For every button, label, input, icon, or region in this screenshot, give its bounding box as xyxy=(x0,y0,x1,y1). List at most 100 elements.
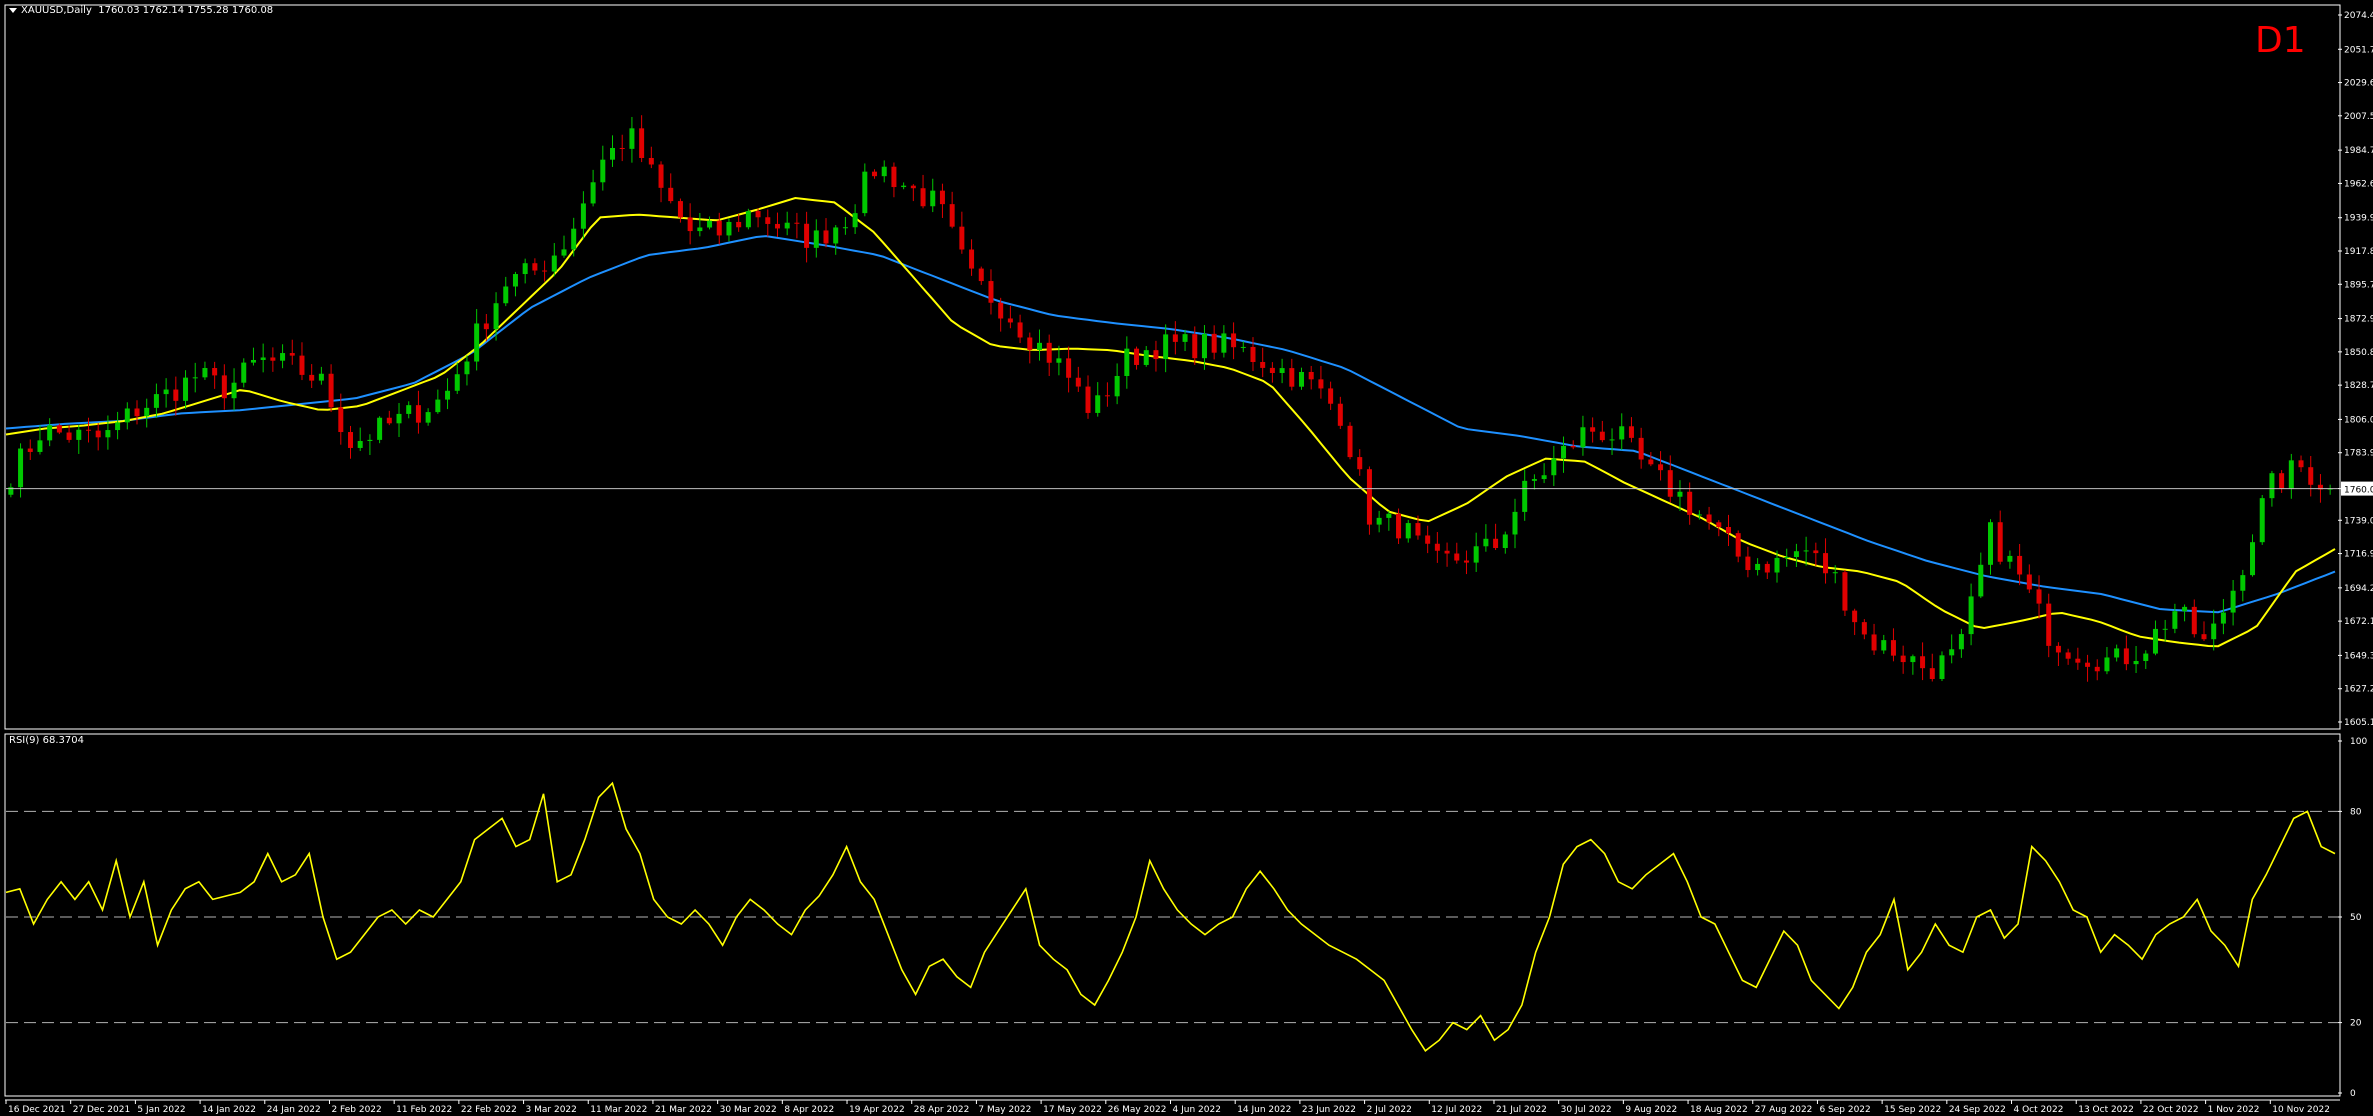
candle-body xyxy=(2143,653,2149,661)
candle-body xyxy=(1531,479,1537,481)
candle-body xyxy=(1386,513,1392,518)
candle-body xyxy=(2191,606,2197,635)
date-tick-label: 2 Feb 2022 xyxy=(331,1105,381,1115)
candle-body xyxy=(1240,346,1246,348)
price-tick-label: 1872.95 xyxy=(2344,315,2373,325)
candle-body xyxy=(872,171,878,177)
candle-body xyxy=(2055,645,2061,653)
candle-body xyxy=(1493,538,1499,549)
candle-body xyxy=(1211,333,1217,353)
date-tick-label: 22 Feb 2022 xyxy=(461,1105,517,1115)
candle-body xyxy=(1231,333,1237,348)
candle-body xyxy=(183,377,189,401)
candle-body xyxy=(231,382,237,399)
date-tick-label: 4 Oct 2022 xyxy=(2014,1105,2064,1115)
candle-body xyxy=(2240,575,2246,591)
date-tick-label: 24 Sep 2022 xyxy=(1949,1105,2006,1115)
date-tick-label: 8 Apr 2022 xyxy=(784,1105,834,1115)
candle-body xyxy=(2036,589,2042,604)
candle-body xyxy=(309,374,315,381)
candle-body xyxy=(1570,445,1576,448)
rsi-tick-label: 100 xyxy=(2350,737,2367,747)
candle-body xyxy=(1434,543,1440,551)
candle-body xyxy=(1997,522,2003,562)
candle-body xyxy=(2308,467,2314,485)
candle-body xyxy=(415,405,421,423)
candle-body xyxy=(1337,403,1343,426)
price-tick-label: 1605.15 xyxy=(2344,718,2373,728)
candle-body xyxy=(1658,464,1664,471)
candle-body xyxy=(1813,550,1819,554)
candle-body xyxy=(1036,342,1042,350)
candle-body xyxy=(1745,556,1751,571)
date-tick-label: 23 Jun 2022 xyxy=(1302,1105,1356,1115)
candle-body xyxy=(270,357,276,361)
candle-body xyxy=(1463,560,1469,563)
candle-body xyxy=(56,425,62,433)
price-tick-label: 1962.65 xyxy=(2344,179,2373,189)
candle-body xyxy=(474,323,480,362)
date-tick-label: 27 Dec 2021 xyxy=(73,1105,131,1115)
candle-body xyxy=(1716,522,1722,527)
date-tick-label: 14 Jun 2022 xyxy=(1237,1105,1291,1115)
date-tick-label: 26 May 2022 xyxy=(1108,1105,1167,1115)
candle-body xyxy=(1483,538,1489,547)
candle-body xyxy=(1114,375,1120,397)
candle-body xyxy=(1357,457,1363,470)
price-tick-label: 1828.75 xyxy=(2344,381,2373,391)
candle-body xyxy=(658,164,664,188)
rsi-tick-label: 0 xyxy=(2350,1089,2356,1099)
price-chart[interactable]: 2074.45 2051.70 2029.60 2007.55 1984.75 1962.… xyxy=(0,0,2373,1116)
candle-body xyxy=(2133,660,2139,665)
date-tick-label: 16 Dec 2021 xyxy=(8,1105,66,1115)
candle-body xyxy=(280,353,286,361)
candle-body xyxy=(37,440,43,452)
candle-body xyxy=(483,323,489,330)
candle-body xyxy=(464,361,470,375)
candle-body xyxy=(1172,334,1178,342)
candle-body xyxy=(2201,634,2207,640)
date-tick-label: 4 Jun 2022 xyxy=(1173,1105,1221,1115)
candle-body xyxy=(1473,546,1479,563)
date-tick-label: 30 Jul 2022 xyxy=(1561,1105,1612,1115)
candle-body xyxy=(1832,572,1838,574)
candle-body xyxy=(1279,368,1285,374)
candle-body xyxy=(580,203,586,229)
candle-body xyxy=(1328,388,1334,404)
date-tick-label: 7 May 2022 xyxy=(978,1105,1031,1115)
candle-body xyxy=(1425,535,1431,544)
price-tick-label: 1694.20 xyxy=(2344,584,2373,594)
candle-body xyxy=(1134,348,1140,365)
candle-body xyxy=(1939,655,1945,679)
candle-body xyxy=(1803,550,1809,552)
candle-body xyxy=(590,182,596,204)
candle-body xyxy=(891,166,897,188)
candle-body xyxy=(144,407,150,417)
candle-body xyxy=(930,190,936,207)
candle-body xyxy=(1289,368,1295,387)
price-tick-label: 1917.80 xyxy=(2344,247,2373,257)
dropdown-triangle-icon[interactable] xyxy=(9,7,17,13)
date-tick-label: 14 Jan 2022 xyxy=(202,1105,256,1115)
candle-body xyxy=(2065,652,2071,659)
price-tick-label: 1649.35 xyxy=(2344,651,2373,661)
candle-body xyxy=(901,185,907,188)
candle-body xyxy=(396,413,402,424)
candle-body xyxy=(105,430,111,438)
candle-body xyxy=(765,217,771,224)
candle-body xyxy=(367,439,373,441)
candle-body xyxy=(1677,491,1683,497)
candle-body xyxy=(1910,656,1916,663)
candle-body xyxy=(493,303,499,330)
candle-body xyxy=(1075,377,1081,387)
candle-body xyxy=(1988,522,1994,565)
date-tick-label: 22 Oct 2022 xyxy=(2143,1105,2199,1115)
candle-body xyxy=(1192,334,1198,359)
price-tick-label: 1895.70 xyxy=(2344,280,2373,290)
symbol-header[interactable]: XAUUSD,Daily 1760.03 1762.14 1755.28 176… xyxy=(9,5,273,16)
candle-body xyxy=(1201,333,1207,359)
candle-body xyxy=(2152,628,2158,654)
date-tick-label: 13 Oct 2022 xyxy=(2078,1105,2134,1115)
candle-body xyxy=(1580,427,1586,448)
candle-body xyxy=(2211,623,2217,640)
